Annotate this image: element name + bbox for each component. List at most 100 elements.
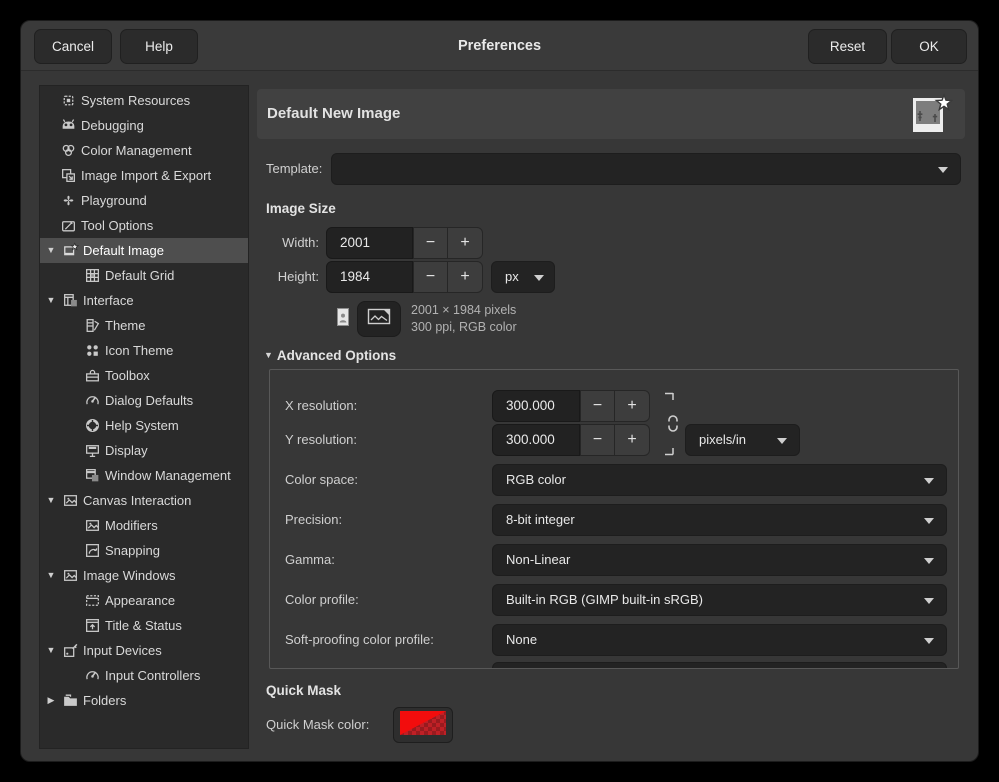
advanced-row-color-space: Color space:RGB color: [270, 464, 958, 496]
plus-icon: +: [460, 268, 469, 285]
width-input[interactable]: 2001: [326, 227, 413, 259]
quick-mask-color-button[interactable]: [393, 707, 453, 743]
theme-icon: [84, 317, 101, 334]
y-resolution-input[interactable]: 300.000: [492, 424, 580, 456]
sidebar-item-display[interactable]: Display: [40, 438, 248, 463]
expander-down-icon[interactable]: ▼: [43, 238, 59, 263]
sidebar-item-input-controllers[interactable]: Input Controllers: [40, 663, 248, 688]
height-input[interactable]: 1984: [326, 261, 413, 293]
expander-down-icon[interactable]: ▼: [43, 488, 59, 513]
sidebar-item-icon-theme[interactable]: Icon Theme: [40, 338, 248, 363]
expander-down-icon[interactable]: ▼: [43, 288, 59, 313]
width-label: Width:: [257, 227, 319, 259]
playground-icon: [60, 192, 77, 209]
chevron-down-icon: [924, 518, 934, 524]
sidebar-item-image-import-export[interactable]: Image Import & Export: [40, 163, 248, 188]
soft-proofing-color-profile-dropdown[interactable]: None: [492, 624, 947, 656]
chevron-down-icon: [777, 438, 787, 444]
sidebar-item-modifiers[interactable]: Modifiers: [40, 513, 248, 538]
input-devices-icon: [62, 642, 79, 659]
minus-icon: −: [593, 431, 602, 448]
sidebar-item-folders[interactable]: ▶Folders: [40, 688, 248, 713]
sidebar-item-title-status[interactable]: Title & Status: [40, 613, 248, 638]
precision-dropdown[interactable]: 8-bit integer: [492, 504, 947, 536]
sidebar-item-interface[interactable]: ▼ Interface: [40, 288, 248, 313]
advanced-options-heading: Advanced Options: [277, 348, 396, 363]
y-resolution-increment-button[interactable]: +: [614, 424, 650, 456]
sidebar-item-label: Appearance: [105, 593, 175, 608]
chevron-down-icon: [938, 167, 948, 173]
toolbox-icon: [84, 367, 101, 384]
modifiers-icon: [84, 517, 101, 534]
expander-down-icon[interactable]: ▼: [43, 638, 59, 663]
advanced-row-gamma: Gamma:Non-Linear: [270, 544, 958, 576]
system-resources-icon: [60, 92, 77, 109]
advanced-row-precision: Precision: 8-bit integer: [270, 504, 958, 536]
sidebar-item-help-system[interactable]: Help System: [40, 413, 248, 438]
x-resolution-input[interactable]: 300.000: [492, 390, 580, 422]
ok-button[interactable]: OK: [891, 29, 967, 64]
advanced-row-soft-proofing-color-profile: Soft-proofing color profile: None: [270, 624, 958, 656]
sidebar-item-toolbox[interactable]: Toolbox: [40, 363, 248, 388]
color-space-dropdown[interactable]: RGB color: [492, 464, 947, 496]
x-resolution-decrement-button[interactable]: −: [580, 390, 615, 422]
template-dropdown[interactable]: [331, 153, 961, 185]
gamma-dropdown[interactable]: Non-Linear: [492, 544, 947, 576]
sidebar-item-dialog-defaults[interactable]: Dialog Defaults: [40, 388, 248, 413]
sidebar-item-label: Interface: [83, 293, 134, 308]
y-resolution-decrement-button[interactable]: −: [580, 424, 615, 456]
page-header: Default New Image: [257, 89, 965, 139]
image-star-icon: [909, 92, 953, 138]
width-increment-button[interactable]: +: [447, 227, 483, 259]
landscape-button[interactable]: [357, 301, 401, 337]
advanced-row-color-profile: Color profile:Built-in RGB (GIMP built-i…: [270, 584, 958, 616]
sidebar-item-input-devices[interactable]: ▼Input Devices: [40, 638, 248, 663]
resolution-unit-dropdown[interactable]: pixels/in: [685, 424, 800, 456]
sidebar-item-appearance[interactable]: Appearance: [40, 588, 248, 613]
advanced-options-expander[interactable]: ▼Advanced Options: [264, 347, 396, 365]
soft-proofing-color-profile-label: Soft-proofing color profile:: [285, 624, 434, 656]
sidebar-item-label: Image Windows: [83, 568, 175, 583]
sidebar-item-color-management[interactable]: Color Management: [40, 138, 248, 163]
reset-button[interactable]: Reset: [808, 29, 887, 64]
sidebar-item-label: Default Image: [83, 243, 164, 258]
sidebar-item-debugging[interactable]: Debugging: [40, 113, 248, 138]
sidebar-item-label: Canvas Interaction: [83, 493, 191, 508]
height-decrement-button[interactable]: −: [413, 261, 448, 293]
title-status-icon: [84, 617, 101, 634]
dialog-defaults-icon: [84, 392, 101, 409]
sidebar-item-theme[interactable]: Theme: [40, 313, 248, 338]
sidebar-item-playground[interactable]: Playground: [40, 188, 248, 213]
display-icon: [84, 442, 101, 459]
width-decrement-button[interactable]: −: [413, 227, 448, 259]
chain-broken-icon[interactable]: [662, 392, 680, 456]
size-unit-dropdown[interactable]: px: [491, 261, 555, 293]
clipped-dropdown[interactable]: [492, 662, 947, 669]
color-profile-dropdown[interactable]: Built-in RGB (GIMP built-in sRGB): [492, 584, 947, 616]
x-resolution-increment-button[interactable]: +: [614, 390, 650, 422]
sidebar-item-default-grid[interactable]: Default Grid: [40, 263, 248, 288]
plus-icon: +: [627, 397, 636, 414]
sidebar-item-system-resources[interactable]: System Resources: [40, 88, 248, 113]
height-increment-button[interactable]: +: [447, 261, 483, 293]
sidebar-item-snapping[interactable]: Snapping: [40, 538, 248, 563]
image-import-export-icon: [60, 167, 77, 184]
chevron-down-icon: [924, 558, 934, 564]
tool-options-icon: [60, 217, 77, 234]
sidebar-item-label: Color Management: [81, 143, 192, 158]
expander-right-icon[interactable]: ▶: [43, 688, 59, 713]
sidebar-item-label: Window Management: [105, 468, 231, 483]
sidebar-item-label: Toolbox: [105, 368, 150, 383]
sidebar-item-image-windows[interactable]: ▼ Image Windows: [40, 563, 248, 588]
y-resolution-label: Y resolution:: [285, 424, 357, 456]
sidebar-item-default-image[interactable]: ▼ Default Image: [40, 238, 248, 263]
page-title: Default New Image: [267, 89, 400, 139]
window-management-icon: [84, 467, 101, 484]
sidebar-item-label: Input Controllers: [105, 668, 200, 683]
expander-down-icon[interactable]: ▼: [43, 563, 59, 588]
portrait-icon[interactable]: [335, 307, 351, 328]
precision-label: Precision:: [285, 504, 342, 536]
sidebar-item-tool-options[interactable]: Tool Options: [40, 213, 248, 238]
sidebar-item-window-management[interactable]: Window Management: [40, 463, 248, 488]
sidebar-item-canvas-interaction[interactable]: ▼ Canvas Interaction: [40, 488, 248, 513]
